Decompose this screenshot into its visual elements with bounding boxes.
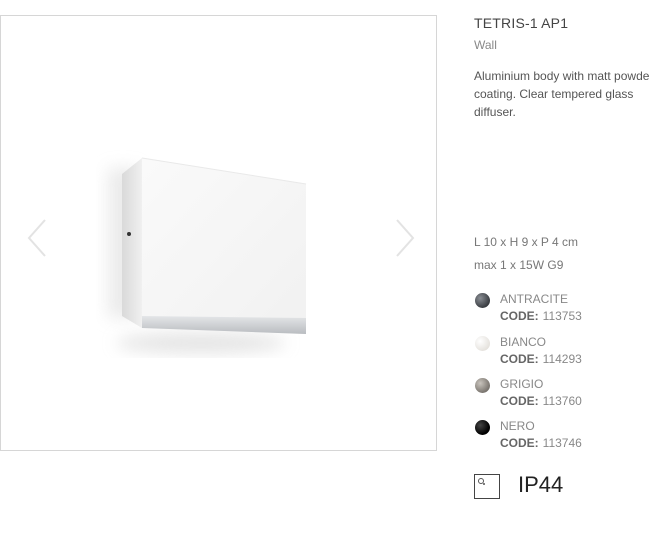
description-line: diffuser. <box>474 105 516 119</box>
color-name: NERO <box>500 419 535 433</box>
description-line: coating. Clear tempered glass <box>474 87 634 101</box>
product-title: TETRIS-1 AP1 <box>474 15 569 31</box>
product-power: max 1 x 15W G9 <box>474 258 564 272</box>
product-image <box>108 157 307 353</box>
code-value: 113753 <box>542 309 582 323</box>
code-value: 113760 <box>542 394 582 408</box>
description-line: Aluminium body with matt powde <box>474 69 650 83</box>
gallery-prev-button[interactable] <box>25 218 49 258</box>
product-description: Aluminium body with matt powde coating. … <box>474 67 664 121</box>
color-swatch <box>475 420 490 435</box>
color-code: CODE: 113753 <box>500 309 582 323</box>
color-code: CODE: 113760 <box>500 394 582 408</box>
code-label: CODE: <box>500 309 539 323</box>
code-label: CODE: <box>500 352 539 366</box>
color-name: GRIGIO <box>500 377 544 391</box>
color-name: BIANCO <box>500 335 547 349</box>
color-code: CODE: 113746 <box>500 436 582 450</box>
code-label: CODE: <box>500 436 539 450</box>
product-category: Wall <box>474 38 497 52</box>
ip-rating-icon <box>474 474 500 499</box>
color-swatch <box>475 378 490 393</box>
chevron-right-icon <box>396 219 415 257</box>
code-label: CODE: <box>500 394 539 408</box>
color-code: CODE: 114293 <box>500 352 582 366</box>
color-name: ANTRACITE <box>500 292 569 306</box>
code-value: 114293 <box>542 352 582 366</box>
code-value: 113746 <box>542 436 582 450</box>
ip-rating: IP44 <box>518 472 564 497</box>
color-swatch <box>475 336 490 351</box>
chevron-left-icon <box>27 219 46 257</box>
gallery-next-button[interactable] <box>393 218 417 258</box>
product-gallery <box>0 15 437 451</box>
color-swatch <box>475 293 490 308</box>
product-dimensions: L 10 x H 9 x P 4 cm <box>474 235 579 249</box>
